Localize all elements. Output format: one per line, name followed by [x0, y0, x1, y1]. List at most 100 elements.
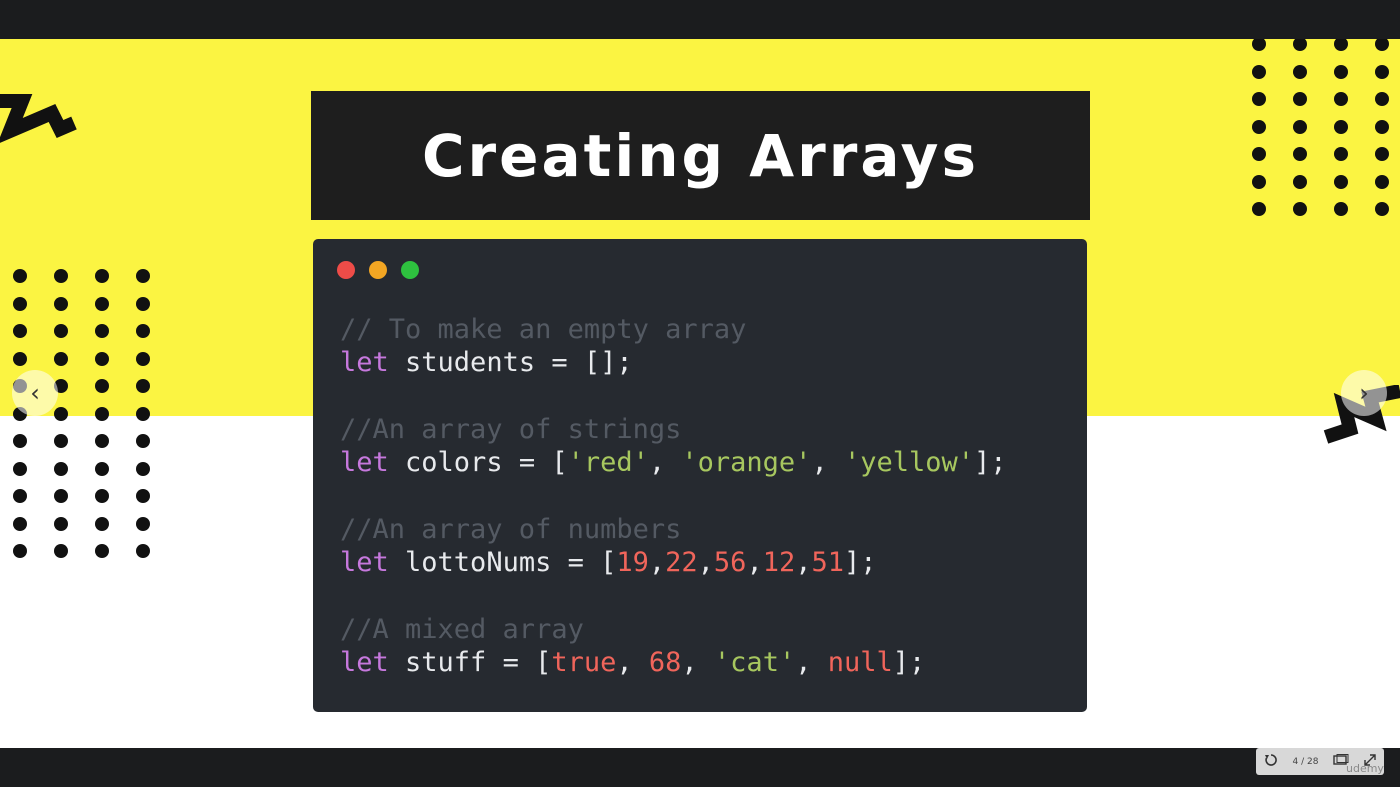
decorative-dot: [1334, 119, 1348, 134]
code-token: let: [340, 447, 389, 478]
decorative-dot: [95, 489, 109, 503]
code-token: colors = [: [388, 447, 568, 478]
chevron-left-icon: ‹: [30, 379, 40, 407]
code-token: ,: [681, 647, 714, 678]
decorative-dot: [136, 296, 150, 311]
code-window: // To make an empty array let students = …: [313, 239, 1087, 712]
decorative-dot: [136, 516, 150, 531]
decorative-dot: [54, 351, 68, 366]
decorative-dot: [95, 544, 109, 558]
code-token: 51: [811, 547, 844, 578]
decorative-dot: [1293, 202, 1307, 216]
decorative-dot: [1293, 174, 1307, 189]
code-token: let: [340, 347, 389, 378]
decorative-dot: [13, 544, 27, 558]
decorative-dot: [54, 489, 68, 503]
decorative-dot: [1375, 147, 1389, 161]
code-token: students = [];: [388, 347, 633, 378]
code-token: true: [551, 647, 617, 678]
code-token: //A mixed array: [340, 614, 584, 645]
code-token: let: [340, 547, 389, 578]
code-token: 'cat': [713, 647, 796, 678]
decorative-dot: [1334, 64, 1348, 79]
decorative-dot: [1293, 119, 1307, 134]
zigzag-decoration-left: [0, 79, 80, 147]
decorative-dot: [95, 379, 109, 393]
decorative-dot: [136, 324, 150, 338]
decorative-dot: [1252, 64, 1266, 79]
code-token: 68: [648, 647, 682, 678]
code-token: let: [340, 647, 389, 678]
code-token: ];: [844, 547, 877, 578]
decorative-dot: [1375, 119, 1389, 134]
decorative-dot: [1252, 174, 1266, 189]
decorative-dot: [1334, 202, 1348, 216]
code-token: lottoNums = [: [388, 547, 617, 578]
decorative-dot: [136, 406, 150, 421]
decorative-dot: [1334, 92, 1348, 106]
decorative-dot: [1375, 64, 1389, 79]
decorative-dot: [13, 461, 27, 476]
decorative-dot: [54, 544, 68, 558]
code-token: ,: [795, 647, 828, 678]
decorative-dot: [136, 434, 150, 448]
window-maximize-dot: [401, 261, 419, 279]
decorative-dot: [95, 324, 109, 338]
decorative-dot: [54, 324, 68, 338]
decorative-dot: [1375, 174, 1389, 189]
code-token: 'yellow': [843, 447, 974, 478]
window-minimize-dot: [369, 261, 387, 279]
decorative-dot: [1334, 147, 1348, 161]
code-line: let stuff = [true, 68, 'cat', null];: [340, 646, 1007, 679]
code-line: //An array of numbers: [340, 513, 1007, 546]
decorative-dot: [95, 461, 109, 476]
code-line: //An array of strings: [340, 413, 1007, 446]
decorative-dot: [95, 296, 109, 311]
title-banner: Creating Arrays: [311, 91, 1090, 220]
code-token: ,: [697, 547, 714, 578]
decorative-dot: [95, 351, 109, 366]
decorative-dot: [54, 296, 68, 311]
code-line: let students = [];: [340, 346, 1007, 379]
decorative-dot: [1293, 64, 1307, 79]
decorative-dot: [13, 324, 27, 338]
decorative-dot: [13, 296, 27, 311]
code-token: ,: [746, 547, 763, 578]
code-line: // To make an empty array: [340, 313, 1007, 346]
decorative-dot: [136, 379, 150, 393]
code-token: ,: [648, 447, 682, 478]
code-line: //A mixed array: [340, 613, 1007, 646]
next-slide-button[interactable]: ›: [1341, 370, 1387, 416]
decorative-dot: [1334, 174, 1348, 189]
code-token: null: [827, 647, 893, 678]
replay-icon[interactable]: [1264, 753, 1278, 770]
code-token: //An array of numbers: [340, 514, 682, 545]
decorative-dot: [95, 516, 109, 531]
code-token: 19: [616, 547, 649, 578]
code-token: ,: [648, 547, 666, 578]
decorative-dot: [13, 516, 27, 531]
decorative-dot: [95, 406, 109, 421]
decorative-dot: [136, 461, 150, 476]
code-token: ];: [974, 447, 1007, 478]
slide-title: Creating Arrays: [421, 121, 980, 190]
code-token: //An array of strings: [340, 414, 682, 445]
chevron-right-icon: ›: [1359, 379, 1369, 407]
decorative-dot: [1252, 202, 1266, 216]
decorative-dot: [13, 351, 27, 366]
decorative-dot: [1252, 119, 1266, 134]
previous-slide-button[interactable]: ‹: [12, 370, 58, 416]
decorative-dot: [54, 461, 68, 476]
code-token: ,: [616, 647, 649, 678]
decorative-dot: [1293, 92, 1307, 106]
udemy-watermark: udemy: [1346, 762, 1384, 775]
page-counter: 4 / 28: [1292, 756, 1319, 767]
decorative-dot: [54, 434, 68, 448]
decorative-dot: [136, 544, 150, 558]
decorative-dot: [13, 434, 27, 448]
decorative-dot: [54, 406, 68, 421]
code-token: ,: [811, 447, 844, 478]
